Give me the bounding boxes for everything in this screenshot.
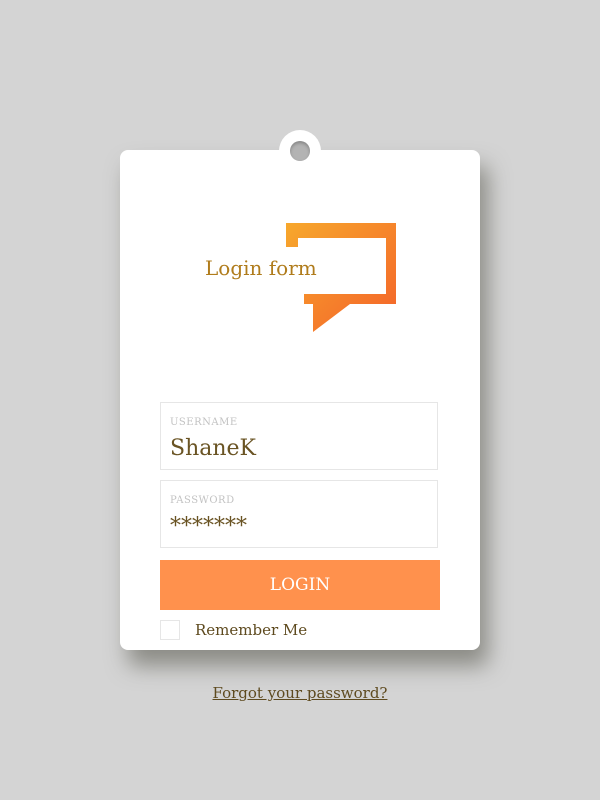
password-label: PASSWORD	[170, 495, 235, 506]
forgot-password-link[interactable]: Forgot your password?	[0, 684, 600, 702]
remember-me-checkbox[interactable]	[160, 620, 180, 640]
remember-me-label[interactable]: Remember Me	[195, 621, 307, 639]
username-label: USERNAME	[170, 417, 238, 428]
login-button[interactable]: LOGIN	[160, 560, 440, 610]
logo: Login form	[200, 220, 400, 335]
logo-title: Login form	[205, 256, 317, 280]
username-field[interactable]: USERNAME ShaneK	[160, 402, 438, 470]
password-field[interactable]: PASSWORD *******	[160, 480, 438, 548]
hanger-hole	[290, 141, 310, 161]
password-value[interactable]: *******	[170, 514, 247, 539]
username-value[interactable]: ShaneK	[170, 436, 256, 461]
